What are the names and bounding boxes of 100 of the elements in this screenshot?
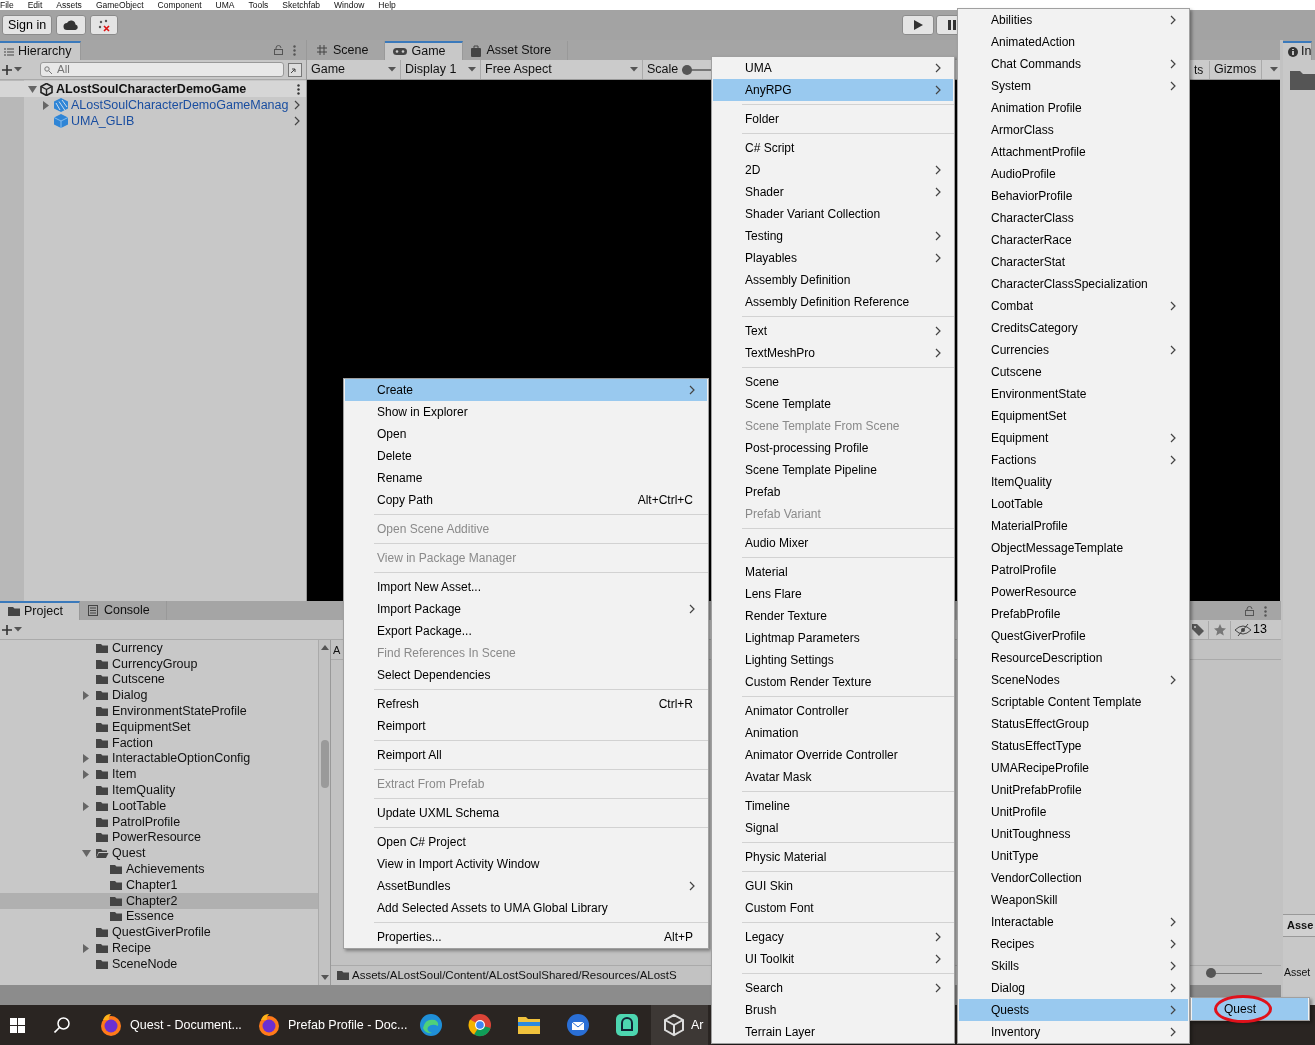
menu-item[interactable]: PrefabProfile [959,603,1188,625]
taskbar-window[interactable]: Prefab Profile - Doc... [248,1005,406,1045]
sign-in-button[interactable]: Sign in [2,15,53,35]
menu-item[interactable]: Skills [959,955,1188,977]
menu-bar-item[interactable]: Edit [27,0,43,10]
menu-item[interactable]: Lightmap Parameters [713,627,953,649]
scrollbar-thumb[interactable] [320,740,329,789]
project-tree-row[interactable]: QuestGiverProfile [0,924,318,941]
cloud-button[interactable] [56,15,87,35]
menu-item[interactable]: Inventory [959,1021,1188,1043]
menu-item[interactable]: Quests [959,999,1188,1021]
menu-item[interactable]: Dialog [959,977,1188,999]
search-field[interactable]: All [40,62,284,77]
zoom-slider[interactable] [1206,968,1262,978]
project-tree-row[interactable]: EnvironmentStateProfile [0,703,318,720]
menu-item[interactable]: System [959,75,1188,97]
menu-item[interactable]: Scene [713,371,953,393]
menu-item[interactable]: Custom Font [713,897,953,919]
project-tree-row[interactable]: CurrencyGroup [0,656,318,672]
menu-item[interactable]: Reimport All [345,744,707,766]
menu-item[interactable]: Equipment [959,427,1188,449]
menu-item[interactable]: Animator Controller [713,700,953,722]
project-tree-row[interactable]: EquipmentSet [0,719,318,736]
menu-item[interactable]: Lighting Settings [713,649,953,671]
mode-dropdown[interactable]: Game [307,60,401,79]
display-dropdown[interactable]: Display 1 [401,60,481,79]
menu-bar-item[interactable]: Sketchfab [282,0,321,10]
taskbar-window[interactable]: Ar [651,1005,708,1045]
project-tree-row[interactable]: ItemQuality [0,782,318,799]
menu-item[interactable]: EnvironmentState [959,383,1188,405]
project-tree-row[interactable]: LootTable [0,798,318,815]
menu-item[interactable]: Cutscene [959,361,1188,383]
menu-item[interactable]: C# Script [713,137,953,159]
menu-item[interactable]: Scriptable Content Template [959,691,1188,713]
menu-item[interactable]: BehaviorProfile [959,185,1188,207]
collab-button[interactable] [90,15,119,35]
menu-item[interactable]: Scene Template Pipeline [713,459,953,481]
menu-item[interactable]: Folder [713,108,953,130]
menu-item[interactable]: LootTable [959,493,1188,515]
menu-item[interactable]: Chat Commands [959,53,1188,75]
project-tree-row[interactable]: InteractableOptionConfig [0,750,318,767]
menu-item[interactable]: Render Texture [713,605,953,627]
menu-item[interactable]: CharacterStat [959,251,1188,273]
menu-item[interactable]: Select Dependencies [345,664,707,686]
hierarchy-row[interactable]: ALostSoulCharacterDemoGameManag [0,97,306,113]
menu-item[interactable]: Import Package [345,598,707,620]
menu-item[interactable]: Legacy [713,926,953,948]
menu-item[interactable]: Factions [959,449,1188,471]
menu-bar-item[interactable]: File [0,0,14,10]
menu-item[interactable]: Shader Variant Collection [713,203,953,225]
menu-bar-item[interactable]: UMA [215,0,235,10]
menu-item[interactable]: Animation Profile [959,97,1188,119]
menu-item[interactable]: UnitProfile [959,801,1188,823]
menu-item[interactable]: Show in Explorer [345,401,707,423]
menu-item[interactable]: Prefab [713,481,953,503]
menu-item[interactable]: Abilities [959,9,1188,31]
menu-item[interactable]: CharacterClassSpecialization [959,273,1188,295]
menu-item[interactable]: Avatar Mask [713,766,953,788]
menu-item[interactable]: Timeline [713,795,953,817]
menu-item[interactable]: UMARecipeProfile [959,757,1188,779]
menu-item[interactable]: Brush [713,999,953,1021]
menu-item[interactable]: Copy Path Alt+Ctrl+C [345,489,707,511]
menu-item[interactable]: Assembly Definition [713,269,953,291]
menu-item[interactable]: Testing [713,225,953,247]
project-tree-row[interactable]: Cutscene [0,671,318,688]
menu-item[interactable]: WeaponSkill [959,889,1188,911]
menu-bar-item[interactable]: GameObject [95,0,144,10]
menu-item[interactable]: Lens Flare [713,583,953,605]
menu-item[interactable]: Import New Asset... [345,576,707,598]
menu-item[interactable]: ItemQuality [959,471,1188,493]
hierarchy-row[interactable]: ALostSoulCharacterDemoGame [0,81,306,97]
menu-item[interactable]: UI Toolkit [713,948,953,970]
menu-item[interactable]: 2D [713,159,953,181]
project-tree-row[interactable]: Item [0,766,318,783]
menu-item[interactable]: Search [713,977,953,999]
menu-item[interactable]: Physic Material [713,846,953,868]
menu-item[interactable]: AudioProfile [959,163,1188,185]
hierarchy-row[interactable]: UMA_GLIB [0,113,306,129]
project-tree-row[interactable]: PowerResource [0,829,318,846]
menu-item[interactable]: Open [345,423,707,445]
menu-item[interactable]: CreditsCategory [959,317,1188,339]
menu-item[interactable]: PatrolProfile [959,559,1188,581]
tab[interactable]: Project [0,601,80,621]
menu-item[interactable]: Signal [713,817,953,839]
project-tree-row[interactable]: Quest [0,845,318,862]
project-tree-row[interactable]: Faction [0,735,318,751]
menu-item[interactable]: Update UXML Schema [345,802,707,824]
menu-item[interactable]: PowerResource [959,581,1188,603]
menu-item[interactable]: MaterialProfile [959,515,1188,537]
menu-item[interactable]: Playables [713,247,953,269]
menu-item[interactable]: CharacterClass [959,207,1188,229]
menu-item[interactable]: ArmorClass [959,119,1188,141]
menu-item[interactable]: VendorCollection [959,867,1188,889]
add-dropdown-button[interactable] [2,624,22,635]
menu-item[interactable]: ObjectMessageTemplate [959,537,1188,559]
project-tree-row[interactable]: Dialog [0,687,318,704]
menu-item[interactable]: Delete [345,445,707,467]
menu-item[interactable]: Refresh Ctrl+R [345,693,707,715]
menu-bar-item[interactable]: Component [157,0,202,10]
menu-item[interactable]: ResourceDescription [959,647,1188,669]
